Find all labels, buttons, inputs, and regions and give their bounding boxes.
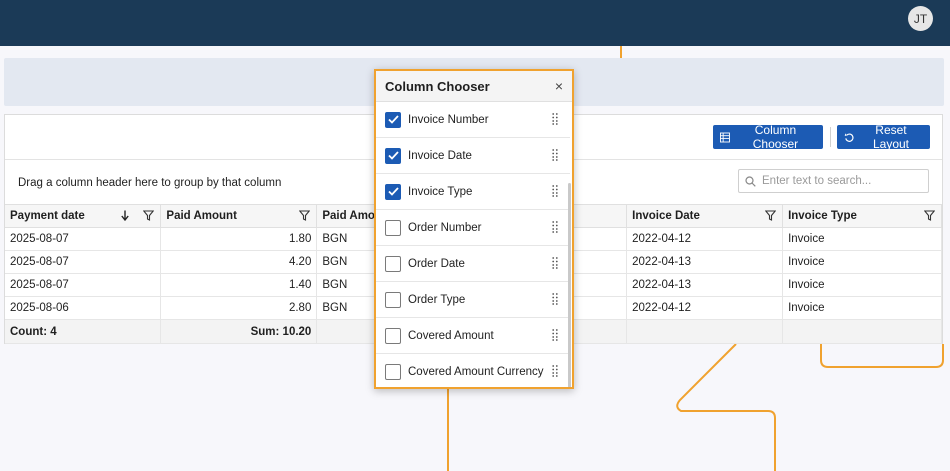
cell-paid-amount: 2.80 — [160, 296, 318, 320]
drag-handle-icon[interactable] — [552, 293, 558, 308]
footer-sum: Sum: 10.20 — [160, 319, 318, 344]
checkbox-unchecked[interactable] — [385, 291, 401, 308]
column-chooser-item[interactable]: Order Date — [376, 246, 570, 282]
column-chooser-item[interactable]: Invoice Number — [376, 102, 570, 138]
filter-icon[interactable] — [765, 210, 777, 221]
column-chooser-panel: Column Chooser × Invoice Number Invoice D… — [374, 69, 574, 389]
column-chooser-item[interactable]: Invoice Type — [376, 174, 570, 210]
checkbox-checked[interactable] — [385, 111, 401, 128]
column-chooser-item-label: Invoice Number — [408, 113, 489, 126]
cell-paid-amount: 1.80 — [160, 227, 318, 251]
column-chooser-item-label: Covered Amount Currency — [408, 365, 544, 378]
checkmark-icon — [387, 151, 399, 160]
cell-paid-amount: 1.40 — [160, 273, 318, 297]
column-chooser-item-label: Order Date — [408, 257, 465, 270]
column-header-label: Payment date — [10, 210, 85, 222]
filter-icon[interactable] — [143, 210, 155, 221]
reset-icon — [844, 132, 854, 142]
cell-invoice-date: 2022-04-13 — [626, 250, 784, 274]
cell-invoice-date: 2022-04-12 — [626, 227, 784, 251]
column-header-label: Paid Amount — [166, 210, 237, 222]
column-chooser-button-label: Column Chooser — [752, 123, 799, 151]
reset-layout-button-label: Reset Layout — [872, 123, 909, 151]
toolbar-separator — [830, 127, 831, 147]
filter-icon[interactable] — [299, 210, 311, 221]
footer-empty-cell — [626, 319, 784, 344]
column-header-label: Invoice Date — [632, 210, 700, 222]
column-chooser-item-label: Order Number — [408, 221, 482, 234]
cell-invoice-type: Invoice — [782, 250, 942, 274]
cell-invoice-type: Invoice — [782, 273, 942, 297]
drag-handle-icon[interactable] — [552, 365, 558, 380]
drag-handle-icon[interactable] — [552, 113, 558, 128]
column-chooser-item-label: Invoice Date — [408, 149, 472, 162]
column-chooser-item-label: Order Type — [408, 293, 466, 306]
column-chooser-header: Column Chooser × — [376, 71, 572, 102]
column-header-label: Invoice Type — [788, 210, 857, 222]
column-chooser-item-label: Invoice Type — [408, 185, 473, 198]
checkbox-unchecked[interactable] — [385, 255, 401, 272]
search-input[interactable]: Enter text to search... — [738, 169, 929, 193]
checkbox-checked[interactable] — [385, 147, 401, 164]
cell-invoice-date: 2022-04-13 — [626, 273, 784, 297]
column-chooser-title: Column Chooser — [385, 78, 490, 94]
close-icon[interactable]: × — [555, 78, 563, 94]
cell-invoice-date: 2022-04-12 — [626, 296, 784, 320]
column-chooser-button[interactable]: Column Chooser — [713, 123, 823, 151]
cell-invoice-type: Invoice — [782, 227, 942, 251]
cell-invoice-type: Invoice — [782, 296, 942, 320]
checkbox-unchecked[interactable] — [385, 219, 401, 236]
search-icon — [745, 175, 756, 187]
cell-payment-date: 2025-08-07 — [5, 273, 162, 297]
column-chooser-item-label: Covered Amount — [408, 329, 494, 342]
column-chooser-item[interactable]: Order Type — [376, 282, 570, 318]
column-header-paid-amount[interactable]: Paid Amount — [160, 204, 318, 228]
cell-payment-date: 2025-08-07 — [5, 250, 162, 274]
column-header-payment-date[interactable]: Payment date — [5, 204, 162, 228]
footer-empty-cell — [782, 319, 942, 344]
column-header-label: Paid Amo — [322, 210, 375, 222]
checkbox-unchecked[interactable] — [385, 363, 401, 380]
cell-paid-amount: 4.20 — [160, 250, 318, 274]
column-chooser-item[interactable]: Order Number — [376, 210, 570, 246]
checkbox-unchecked[interactable] — [385, 327, 401, 344]
group-panel-text: Drag a column header here to group by th… — [18, 177, 282, 189]
column-chooser-scrollbar[interactable] — [568, 183, 571, 387]
cell-payment-date: 2025-08-07 — [5, 227, 162, 251]
column-header-invoice-date[interactable]: Invoice Date — [626, 204, 784, 228]
column-chooser-list: Invoice Number Invoice Date Invoice Type Or… — [376, 102, 572, 387]
column-header-invoice-type[interactable]: Invoice Type — [782, 204, 942, 228]
checkmark-icon — [387, 115, 399, 124]
column-chooser-item[interactable]: Invoice Date — [376, 138, 570, 174]
column-chooser-item[interactable]: Covered Amount Currency — [376, 354, 570, 387]
cell-payment-date: 2025-08-06 — [5, 296, 162, 320]
reset-layout-button[interactable]: Reset Layout — [837, 123, 930, 151]
drag-handle-icon[interactable] — [552, 185, 558, 200]
checkbox-checked[interactable] — [385, 183, 401, 200]
sort-descending-icon[interactable] — [121, 210, 130, 221]
footer-count: Count: 4 — [5, 319, 162, 344]
drag-handle-icon[interactable] — [552, 329, 558, 344]
column-chooser-icon — [720, 132, 730, 142]
search-placeholder: Enter text to search... — [762, 175, 872, 187]
filter-icon[interactable] — [924, 210, 935, 221]
drag-handle-icon[interactable] — [552, 221, 558, 236]
drag-handle-icon[interactable] — [552, 149, 558, 164]
checkmark-icon — [387, 187, 399, 196]
column-chooser-item[interactable]: Covered Amount — [376, 318, 570, 354]
drag-handle-icon[interactable] — [552, 257, 558, 272]
